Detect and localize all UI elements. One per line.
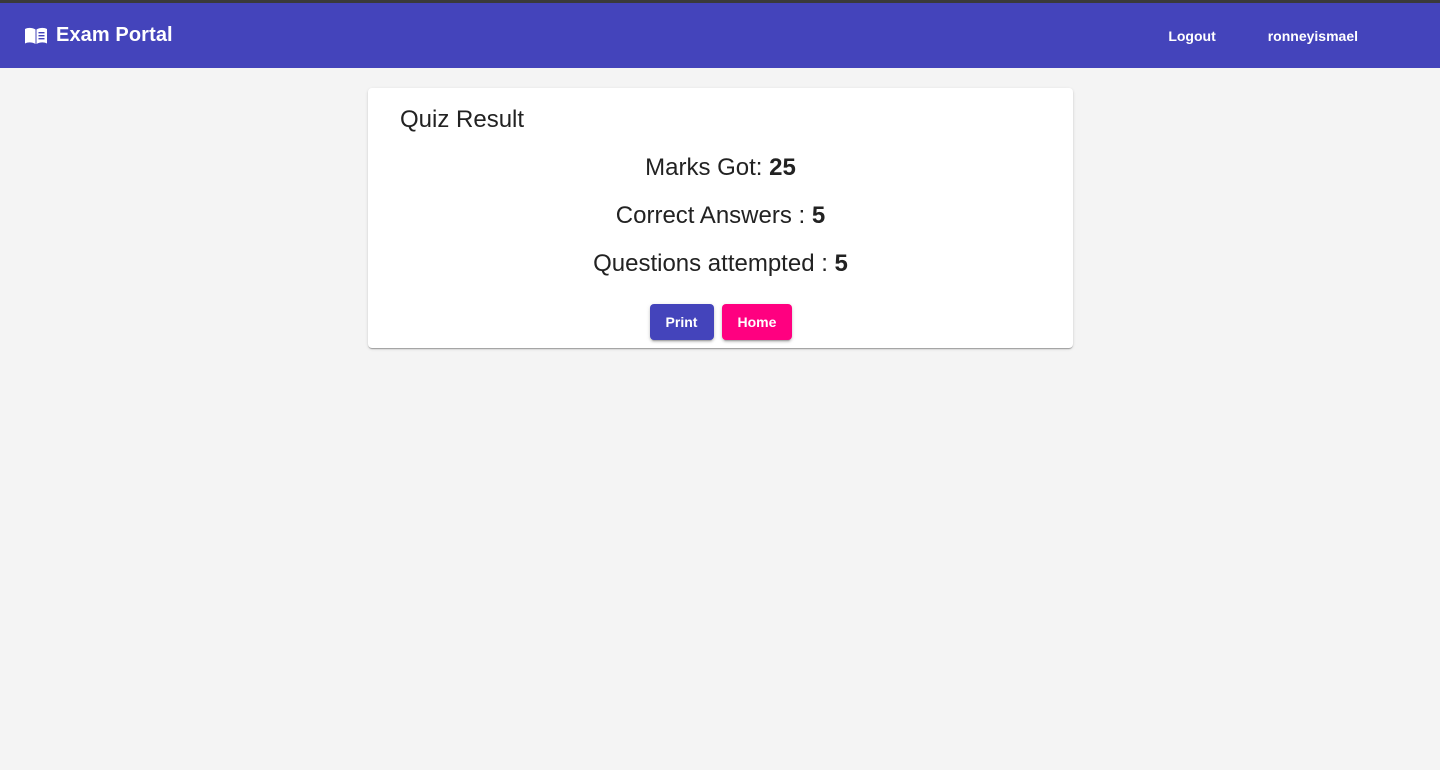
brand[interactable]: Exam Portal	[24, 24, 173, 47]
quiz-result-card: Quiz Result Marks Got: 25 Correct Answer…	[368, 88, 1073, 348]
marks-value: 25	[769, 154, 796, 181]
marks-stat: Marks Got: 25	[368, 154, 1073, 182]
questions-attempted-label: Questions attempted :	[593, 250, 828, 277]
result-actions: Print Home	[368, 304, 1073, 340]
marks-label: Marks Got:	[645, 154, 763, 181]
correct-answers-stat: Correct Answers : 5	[368, 202, 1073, 230]
print-button[interactable]: Print	[649, 304, 714, 340]
questions-attempted-value: 5	[834, 250, 848, 277]
correct-answers-value: 5	[811, 202, 826, 229]
home-button[interactable]: Home	[721, 304, 792, 340]
correct-answers-label: Correct Answers :	[615, 202, 806, 229]
logout-button[interactable]: Logout	[1152, 18, 1231, 54]
card-title: Quiz Result	[400, 106, 525, 133]
user-profile-button[interactable]: ronneyismael	[1252, 18, 1374, 54]
questions-attempted-stat: Questions attempted : 5	[368, 250, 1073, 278]
menu-book-icon	[24, 26, 48, 46]
app-toolbar: Exam Portal Logout ronneyismael	[0, 3, 1440, 68]
app-title: Exam Portal	[56, 24, 173, 46]
